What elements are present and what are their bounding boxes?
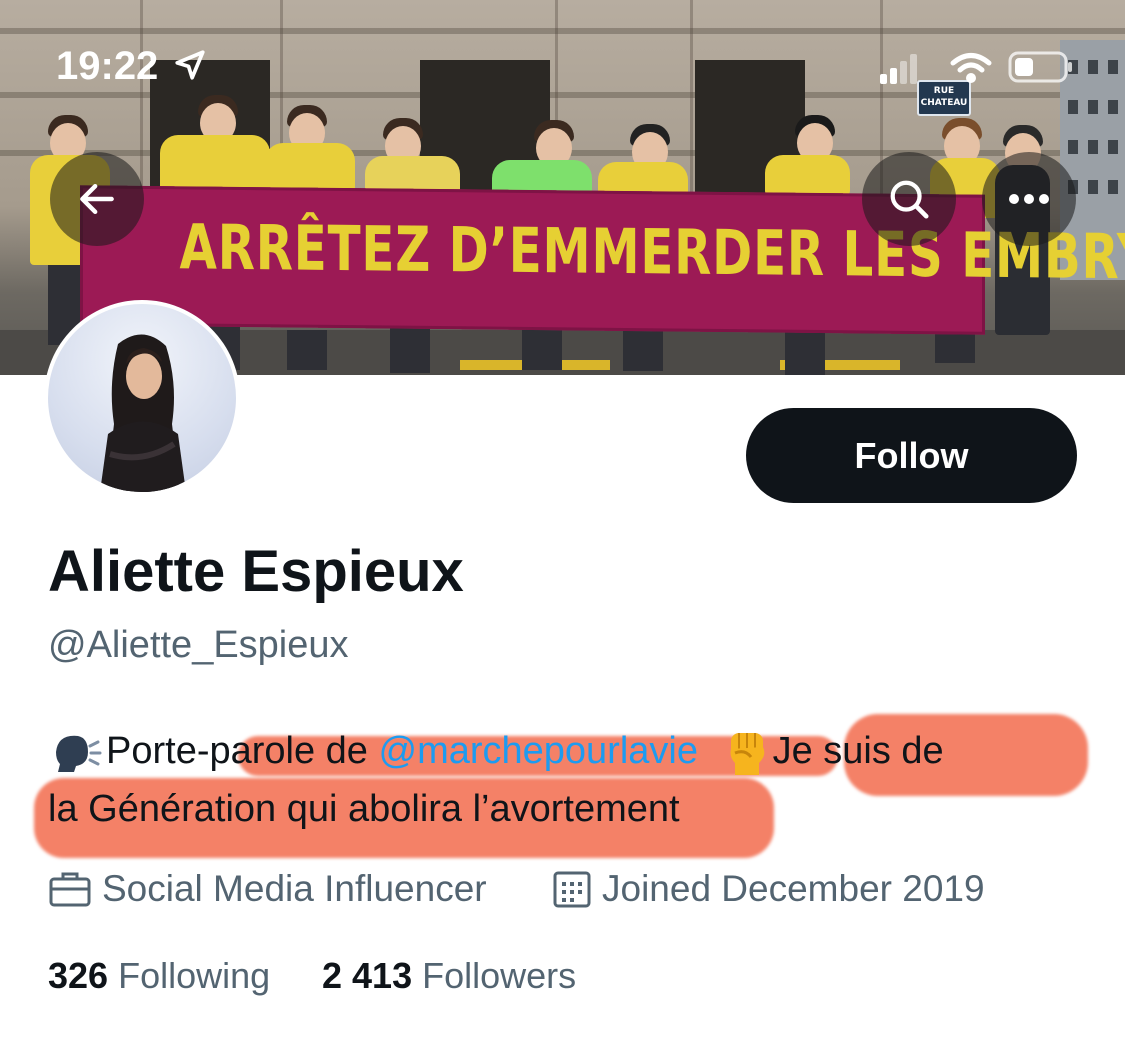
bio-line-1: Porte-parole de @marchepourlavie Je suis… — [48, 722, 944, 780]
bio-text: Porte-parole de — [106, 730, 379, 772]
search-button[interactable] — [862, 152, 956, 246]
more-options-button[interactable] — [982, 152, 1076, 246]
status-time: 19:22 — [56, 44, 207, 89]
following-label: Following — [118, 955, 271, 996]
building-ledge — [0, 28, 1125, 34]
joined-date-item: Joined December 2019 — [552, 868, 985, 910]
status-time-text: 19:22 — [56, 44, 159, 88]
bio-line-2: la Génération qui abolira l’avortement — [48, 788, 680, 830]
occupation-item: Social Media Influencer — [48, 868, 487, 910]
avatar-photo — [48, 304, 236, 492]
profile-avatar[interactable] — [44, 300, 240, 496]
occupation-text: Social Media Influencer — [102, 868, 487, 909]
following-link[interactable]: 326 Following — [48, 955, 270, 997]
followers-count: 2 413 — [322, 955, 413, 996]
followers-link[interactable]: 2 413 Followers — [322, 955, 576, 997]
more-horizontal-icon — [1009, 194, 1049, 204]
battery-icon — [1008, 51, 1072, 83]
briefcase-icon — [49, 872, 91, 907]
wifi-icon — [950, 53, 992, 83]
speaking-head-emoji — [56, 735, 102, 772]
following-count: 326 — [48, 955, 109, 996]
arrow-left-icon — [80, 183, 114, 215]
user-handle: @Aliette_Espieux — [48, 624, 349, 666]
back-button[interactable] — [50, 152, 144, 246]
street-sign-line: CHATEAU — [920, 98, 968, 108]
raised-fist-emoji — [730, 732, 764, 775]
status-icons — [880, 48, 1080, 88]
follow-button[interactable]: Follow — [746, 408, 1077, 503]
followers-label: Followers — [422, 955, 577, 996]
display-name: Aliette Espieux — [48, 539, 464, 604]
joined-date-text: Joined December 2019 — [602, 868, 985, 909]
bio-text: Je suis de — [772, 730, 944, 772]
cellular-signal-icon — [880, 54, 917, 84]
search-icon — [890, 180, 929, 219]
calendar-icon — [553, 871, 591, 908]
location-arrow-icon — [175, 50, 206, 80]
protest-banner: ARRÊTEZ D’EMMERDER LES EMBRYONS — [80, 185, 1125, 335]
protest-banner-text: ARRÊTEZ D’EMMERDER LES EMBRYONS — [179, 210, 1125, 294]
avatar-portrait — [100, 334, 186, 492]
bio-mention-link[interactable]: @marchepourlavie — [379, 730, 699, 772]
